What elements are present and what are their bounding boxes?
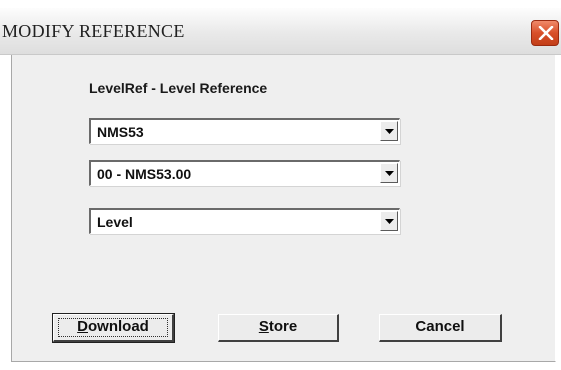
type-select-value: Level	[97, 214, 133, 230]
station-dropdown-button[interactable]	[380, 121, 398, 141]
cancel-button-label: Cancel	[415, 318, 465, 335]
reference-heading: LevelRef - Level Reference	[89, 80, 268, 96]
close-x-icon	[538, 26, 554, 40]
reference-dropdown-button[interactable]	[380, 163, 398, 183]
type-select[interactable]: Level	[89, 208, 400, 234]
station-select-value: NMS53	[97, 124, 144, 140]
reference-select[interactable]: 00 - NMS53.00	[89, 160, 400, 186]
chevron-down-icon	[385, 171, 394, 176]
store-button-label: Store	[258, 318, 298, 335]
store-button[interactable]: Store	[218, 314, 339, 342]
reference-select-value: 00 - NMS53.00	[97, 166, 192, 182]
download-button-label: Download	[77, 318, 149, 335]
download-button[interactable]: Download	[52, 313, 175, 343]
chevron-down-icon	[385, 219, 394, 224]
type-dropdown-button[interactable]	[380, 211, 398, 231]
modify-reference-dialog: MODIFY REFERENCE LevelRef - Level Refere…	[0, 0, 561, 370]
close-button[interactable]	[531, 20, 559, 46]
chevron-down-icon	[385, 129, 394, 134]
window-title: MODIFY REFERENCE	[2, 21, 185, 41]
station-select[interactable]: NMS53	[89, 118, 400, 144]
cancel-button[interactable]: Cancel	[379, 314, 502, 342]
title-bar[interactable]: MODIFY REFERENCE	[0, 8, 561, 55]
